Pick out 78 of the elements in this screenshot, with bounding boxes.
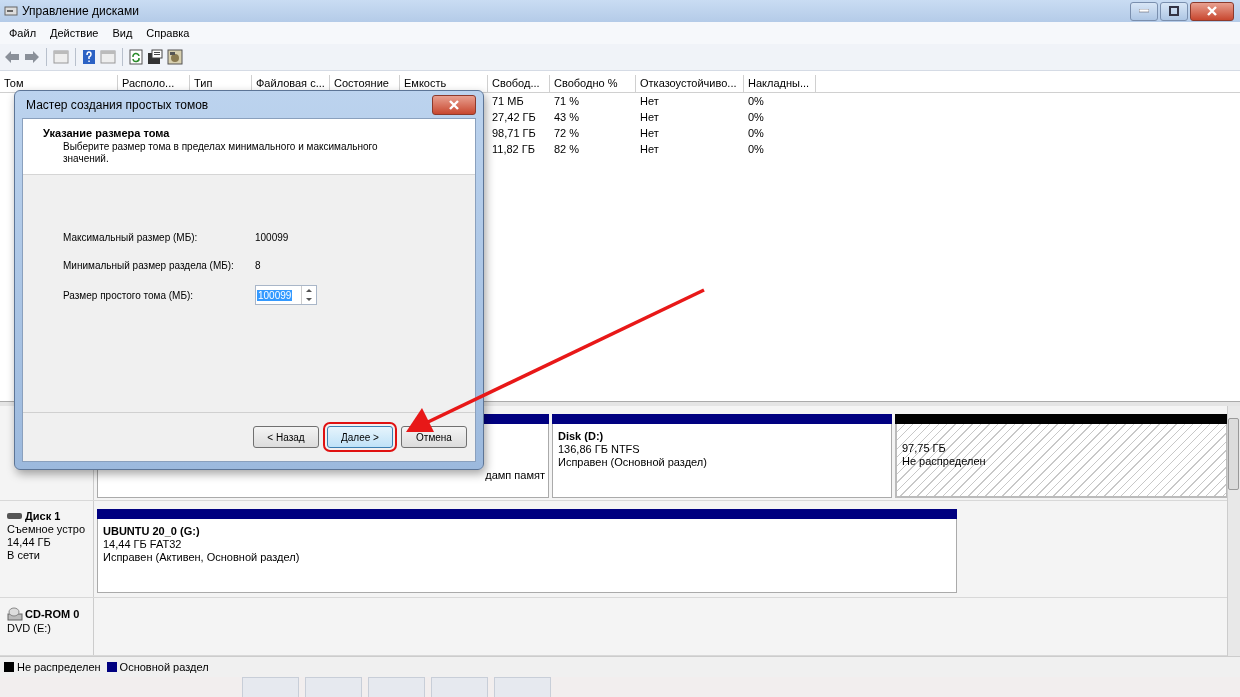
partition-size: 136,86 ГБ NTFS xyxy=(558,443,641,455)
field-label: Максимальный размер (МБ): xyxy=(63,231,199,243)
wizard-heading: Указание размера тома xyxy=(43,127,171,139)
table-cell-text: Нет xyxy=(639,142,660,157)
disk-info: В сети xyxy=(7,549,41,561)
disk-settings-icon[interactable] xyxy=(167,49,183,65)
table-cell-text: 98,71 ГБ xyxy=(491,126,537,141)
window-icon[interactable] xyxy=(53,50,69,64)
back-arrow-icon[interactable] xyxy=(4,50,20,64)
table-cell-text: 72 % xyxy=(553,126,581,141)
legend-label: Не распределен xyxy=(17,661,101,673)
dialog-button[interactable]: Отмена xyxy=(401,426,467,448)
properties-icon[interactable] xyxy=(147,49,163,65)
partition-size: 97,75 ГБ xyxy=(902,442,947,454)
field-value: 8 xyxy=(255,259,262,271)
partition[interactable]: UBUNTU 20_0 (G:) 14,44 ГБ FAT32 Исправен (Активен, Основной раздел) xyxy=(97,519,957,593)
close-button[interactable] xyxy=(1190,1,1234,21)
table-cell-text: Нет xyxy=(639,94,660,109)
partition-status: дамп памят xyxy=(485,469,545,481)
window-thumbnail[interactable] xyxy=(368,677,425,697)
maximize-icon xyxy=(1169,6,1179,16)
window-thumbnail[interactable] xyxy=(431,677,488,697)
partition-status: Исправен (Основной раздел) xyxy=(558,456,708,468)
table-cell-text: 0% xyxy=(747,110,765,125)
disk-management-icon xyxy=(4,4,18,18)
column-header[interactable]: Накладны... xyxy=(744,75,816,92)
refresh-document-icon[interactable] xyxy=(129,49,143,65)
menu-item[interactable]: Действие xyxy=(43,27,106,39)
table-cell-text: 0% xyxy=(747,94,765,109)
maximize-button[interactable] xyxy=(1160,1,1188,21)
window-thumbnail[interactable] xyxy=(242,677,299,697)
window-thumbnail[interactable] xyxy=(305,677,362,697)
scrollbar[interactable] xyxy=(1227,406,1240,656)
window-title: Управление дисками xyxy=(22,4,139,18)
table-cell-text: 71 МБ xyxy=(491,94,525,109)
menu-item[interactable]: Файл xyxy=(2,27,44,39)
menu-item[interactable]: Вид xyxy=(105,27,140,39)
dialog-title: Мастер создания простых томов xyxy=(26,97,209,112)
field-label: Размер простого тома (МБ): xyxy=(63,289,195,301)
table-cell-text: 11,82 ГБ xyxy=(491,142,536,157)
table-cell-text: 0% xyxy=(747,142,765,157)
disk-name: CD-ROM 0 xyxy=(25,608,80,620)
table-cell-text: 43 % xyxy=(553,110,581,125)
table-cell-text: 0% xyxy=(747,126,765,141)
field-value: 100099 xyxy=(255,231,290,243)
column-header[interactable]: Отказоустойчиво... xyxy=(636,75,744,92)
unallocated-partition[interactable]: 97,75 ГБ Не распределен xyxy=(895,424,1228,498)
partition[interactable]: Disk (D:) 136,86 ГБ NTFS Исправен (Основной раздел) xyxy=(552,424,892,498)
close-icon xyxy=(449,99,459,110)
disk-name: Диск 1 xyxy=(25,510,61,522)
drive-icon xyxy=(7,512,23,520)
partition-size: 14,44 ГБ FAT32 xyxy=(103,538,183,550)
disk-info: 14,44 ГБ xyxy=(7,536,52,548)
partition-title: UBUNTU 20_0 (G:) xyxy=(103,525,201,537)
close-icon xyxy=(1207,6,1217,16)
disk-info: DVD (E:) xyxy=(7,622,52,634)
legend-label: Основной раздел xyxy=(119,661,209,673)
table-cell-text: 82 % xyxy=(553,142,581,157)
partition-status: Исправен (Активен, Основной раздел) xyxy=(103,551,301,563)
table-cell-text: 71 % xyxy=(553,94,581,109)
column-header[interactable]: Свобод... xyxy=(488,75,550,92)
window-thumbnail[interactable] xyxy=(494,677,551,697)
partition-title: Disk (D:) xyxy=(558,430,605,442)
menu-item[interactable]: Справка xyxy=(139,27,197,39)
table-cell-text: Нет xyxy=(639,126,660,141)
column-header[interactable]: Свободно % xyxy=(550,75,636,92)
minimize-icon xyxy=(1139,9,1149,13)
dialog-button[interactable]: < Назад xyxy=(253,426,319,448)
field-label: Минимальный размер раздела (МБ): xyxy=(63,259,235,271)
close-button[interactable] xyxy=(432,94,476,115)
table-cell-text: Нет xyxy=(639,110,660,125)
disk-info: Съемное устро xyxy=(7,523,86,535)
table-cell-text: 27,42 ГБ xyxy=(491,110,537,125)
forward-arrow-icon[interactable] xyxy=(24,50,40,64)
cd-drive-icon xyxy=(7,607,23,621)
help-icon[interactable] xyxy=(82,49,96,65)
wizard-description: Выберите размер тома в пределах минимального и максимального значений. xyxy=(62,141,379,165)
partition-status: Не распределен xyxy=(902,455,987,467)
